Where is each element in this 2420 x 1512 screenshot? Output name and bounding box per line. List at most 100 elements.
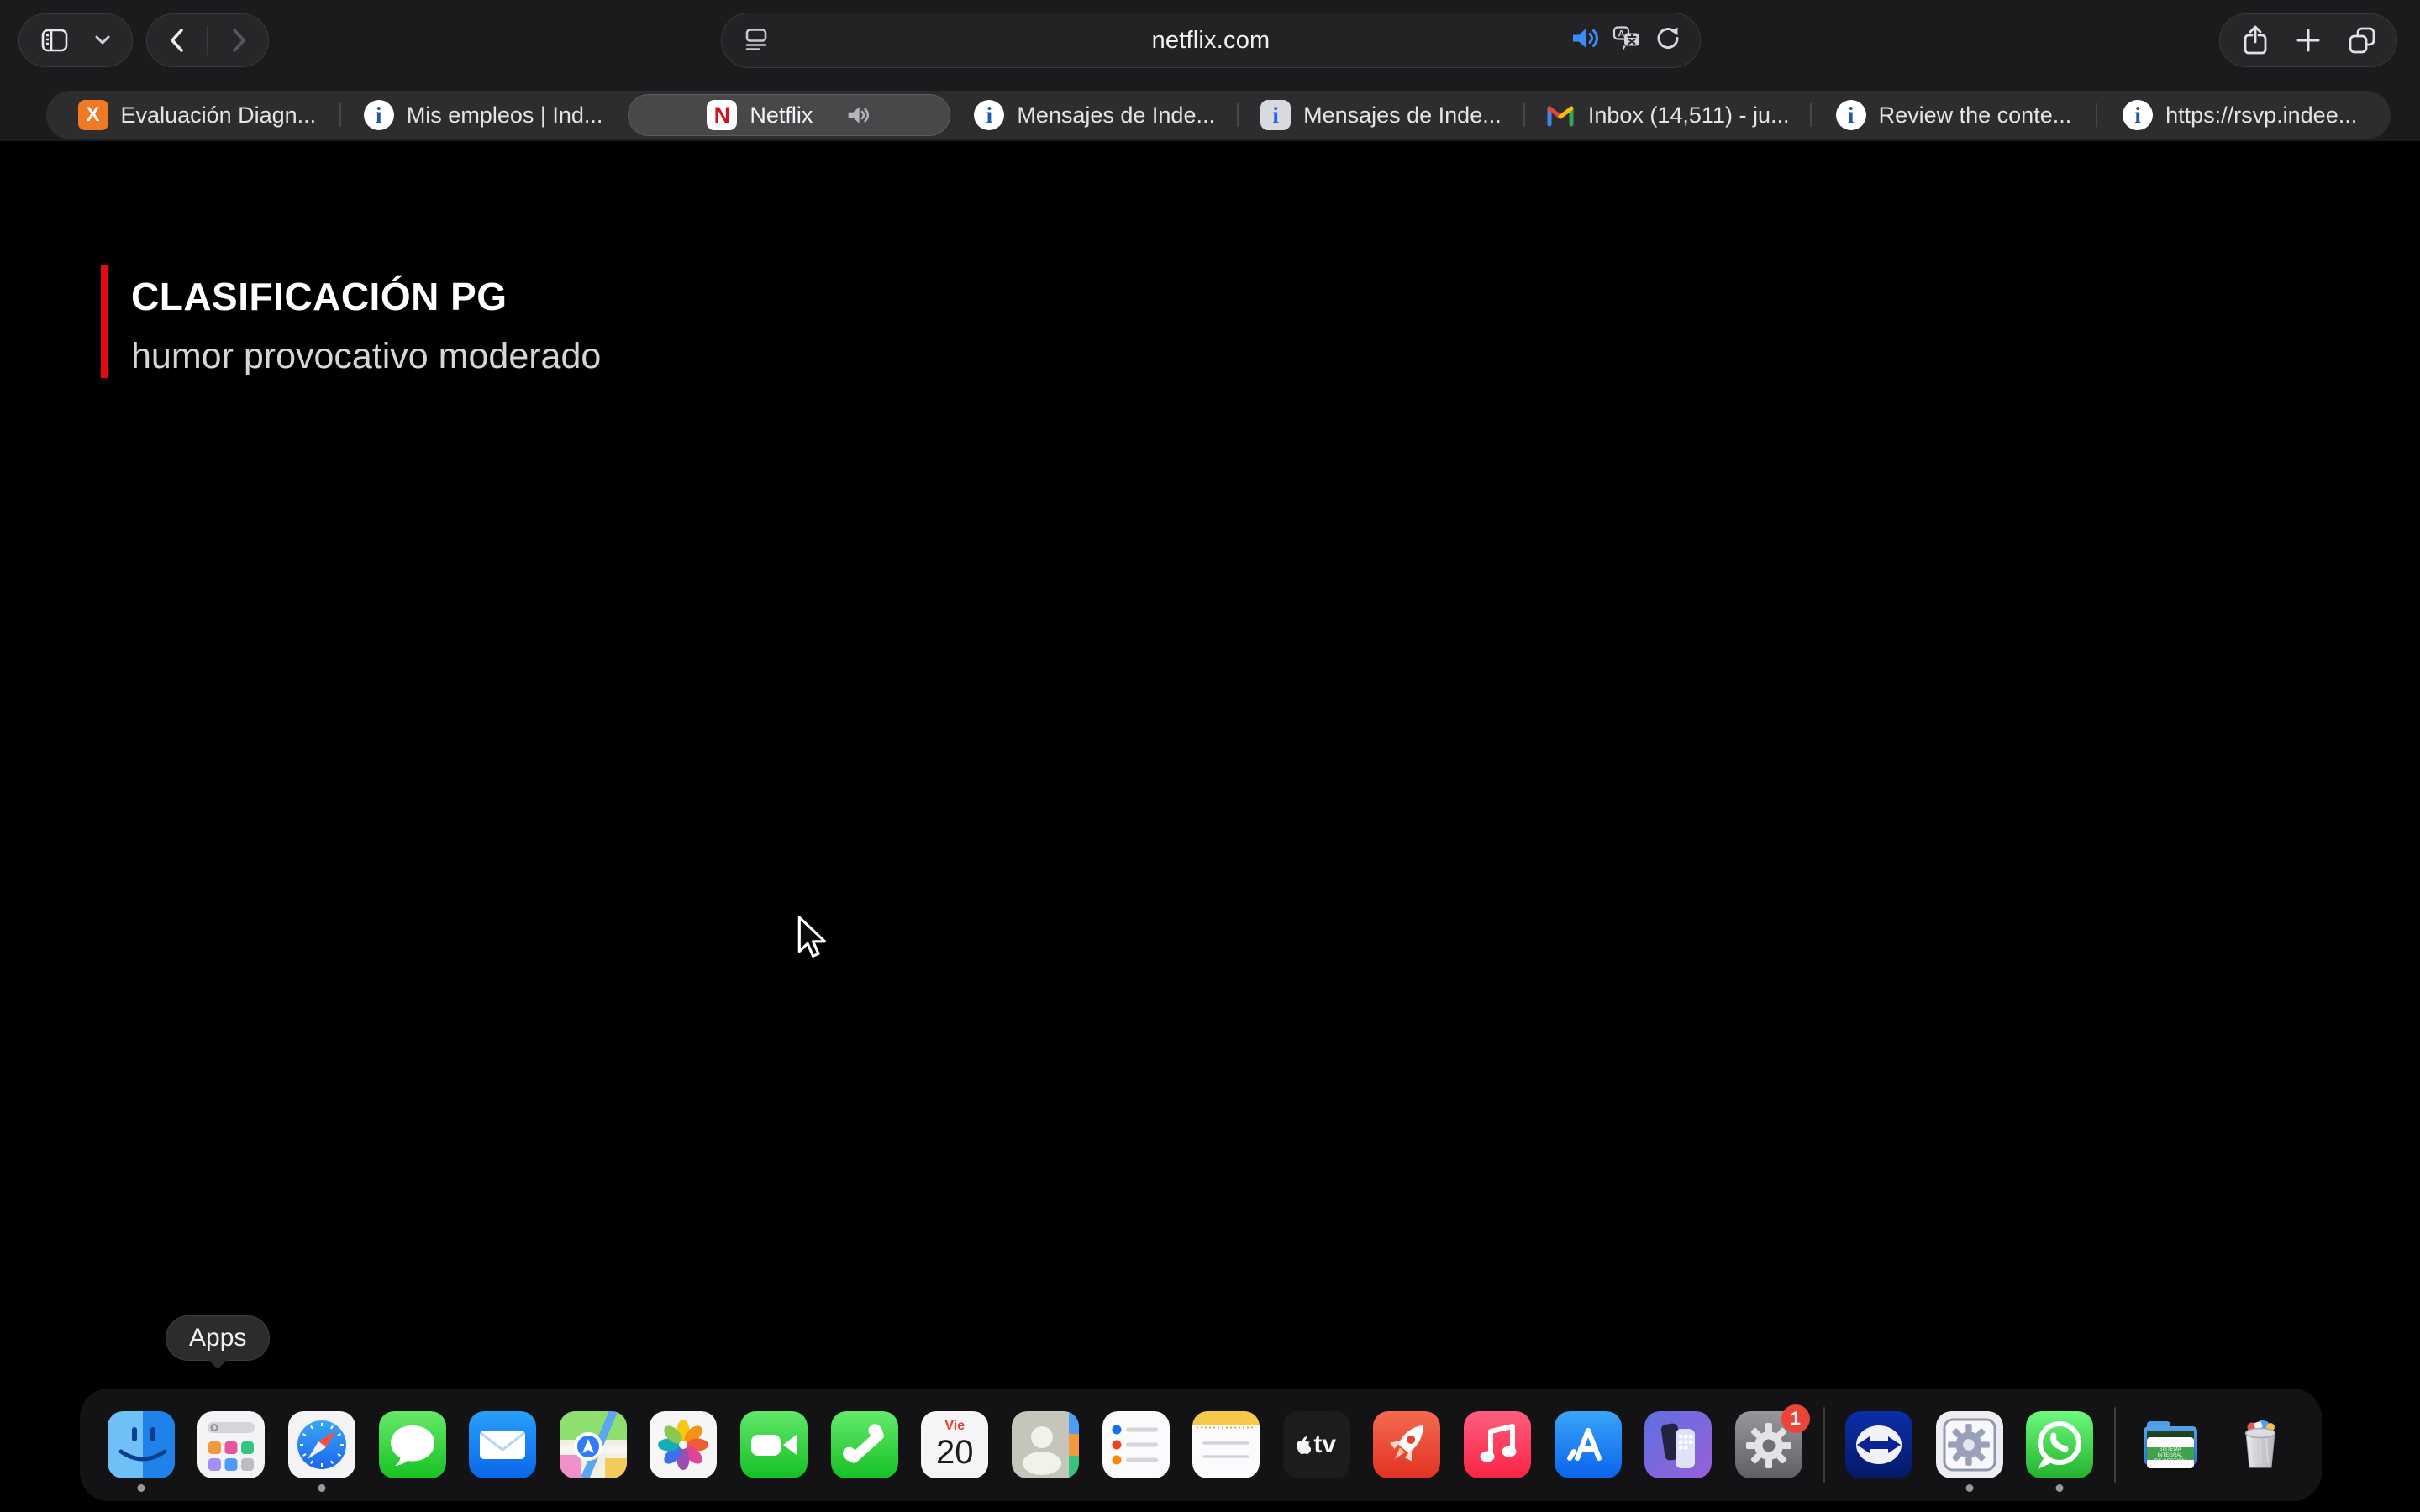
folder-doc-line1: SISTEMA INTEGRAL: [2157, 1447, 2183, 1458]
tab-label: Mis empleos | Ind...: [406, 102, 603, 128]
tab-label: Evaluación Diagn...: [120, 102, 317, 128]
page-format-icon[interactable]: [744, 26, 769, 55]
rating-subtitle: humor provocativo moderado: [131, 336, 602, 376]
notes-icon: [1192, 1411, 1260, 1478]
dock-separator: [2114, 1407, 2116, 1483]
dock-photos[interactable]: [647, 1411, 719, 1478]
dock-iphone-mirroring[interactable]: [1642, 1411, 1714, 1478]
dock-contacts[interactable]: [1009, 1411, 1081, 1478]
indeed-app-icon: i: [1260, 100, 1292, 130]
tab-strip: X Evaluación Diagn... i Mis empleos | In…: [46, 91, 2391, 139]
rating-title: CLASIFICACIÓN PG: [131, 275, 508, 318]
maturity-rating-overlay: CLASIFICACIÓN PG humor provocativo moder…: [101, 265, 601, 378]
mail-icon: [469, 1411, 537, 1478]
address-bar[interactable]: netflix.com A: [721, 13, 1701, 68]
dock-reminders[interactable]: [1100, 1411, 1172, 1478]
maps-icon: [559, 1411, 627, 1478]
tab-overview-icon[interactable]: [2344, 17, 2381, 64]
tab-inbox[interactable]: Inbox (14,511) - ju...: [1525, 91, 1810, 139]
tab-rsvp[interactable]: i https://rsvp.indee...: [2097, 91, 2382, 139]
dock-phone[interactable]: [829, 1411, 901, 1478]
calendar-weekday: Vie: [944, 1419, 965, 1433]
folder-doc-line2: DE GESTIÓN UNIVERSITARIA: [2147, 1459, 2194, 1460]
translate-icon[interactable]: A: [1612, 26, 1641, 55]
apple-logo-icon: [1297, 1436, 1312, 1454]
safari-toolbar: netflix.com A X Evaluación Diagn... i Mi…: [0, 0, 2420, 141]
dock-mail[interactable]: [466, 1411, 539, 1478]
tab-netflix-active[interactable]: N Netflix: [627, 94, 951, 136]
dock-apps-launcher[interactable]: [195, 1411, 267, 1478]
contacts-icon: [1011, 1411, 1079, 1478]
whatsapp-icon: [2026, 1411, 2094, 1478]
trash-icon: [2245, 1420, 2276, 1468]
safari-icon: [287, 1411, 355, 1478]
music-icon: [1464, 1411, 1531, 1478]
finder-icon: [107, 1411, 175, 1478]
rocket-icon: [1373, 1411, 1441, 1478]
gmail-icon: [1545, 100, 1576, 130]
sidebar-toggle-icon[interactable]: [36, 17, 73, 64]
config-utility-icon: [1935, 1411, 2003, 1478]
dock-notes[interactable]: [1190, 1411, 1262, 1478]
photos-icon: [650, 1411, 718, 1478]
new-tab-icon[interactable]: [2290, 17, 2327, 64]
apple-tv-icon: tv: [1282, 1411, 1350, 1478]
tab-review[interactable]: i Review the conte...: [1812, 91, 2096, 139]
dock-finder[interactable]: [105, 1411, 177, 1492]
tab-label: Inbox (14,511) - ju...: [1587, 102, 1790, 128]
running-indicator: [1965, 1484, 1974, 1492]
tab-label: Mensajes de Inde...: [1303, 102, 1502, 128]
chevron-down-icon[interactable]: [90, 17, 115, 64]
dock-system-settings[interactable]: 1: [1733, 1404, 1810, 1478]
dock-trash[interactable]: [2224, 1411, 2296, 1478]
dock-teamviewer[interactable]: [1843, 1411, 1915, 1478]
tab-mensajes-2[interactable]: i Mensajes de Inde...: [1239, 91, 1523, 139]
macos-screen: netflix.com A X Evaluación Diagn... i Mi…: [0, 0, 2420, 1512]
reminders-icon: [1102, 1411, 1170, 1478]
divider: [207, 26, 208, 55]
dock-config-utility[interactable]: [1933, 1411, 2006, 1492]
tab-mensajes-1[interactable]: i Mensajes de Inde...: [952, 91, 1237, 139]
dock-facetime[interactable]: [738, 1411, 810, 1478]
apps-launcher-icon: [197, 1411, 266, 1478]
mouse-cursor: [797, 916, 832, 963]
dock-app-store[interactable]: [1552, 1411, 1624, 1478]
dock-sigu-folder[interactable]: SISTEMA INTEGRAL DE GESTIÓN UNIVERSITARI…: [2134, 1411, 2207, 1478]
dock-whatsapp[interactable]: [2023, 1411, 2096, 1492]
netflix-player-content: CLASIFICACIÓN PG humor provocativo moder…: [0, 141, 2420, 1389]
tab-evaluacion[interactable]: X Evaluación Diagn...: [55, 91, 339, 139]
running-indicator: [2055, 1484, 2064, 1492]
phone-icon: [830, 1411, 898, 1478]
dock-messages[interactable]: [376, 1411, 449, 1478]
teamviewer-icon: [1845, 1411, 1913, 1478]
dock-apple-tv[interactable]: tv: [1281, 1411, 1353, 1478]
folder-document: SISTEMA INTEGRAL DE GESTIÓN UNIVERSITARI…: [2146, 1437, 2194, 1468]
app-store-icon: [1554, 1411, 1622, 1478]
dock-music[interactable]: [1461, 1411, 1534, 1478]
url-text: netflix.com: [1151, 26, 1270, 54]
tab-label: Review the conte...: [1878, 102, 2072, 128]
audio-playing-icon[interactable]: [1570, 25, 1599, 56]
tab-label: Netflix: [750, 102, 813, 128]
forward-button[interactable]: [220, 17, 257, 64]
messages-icon: [378, 1411, 446, 1478]
rating-accent-bar: [101, 265, 108, 378]
calendar-day: 20: [936, 1434, 974, 1471]
sidebar-button-group: [18, 13, 133, 67]
iphone-mirroring-icon: [1644, 1411, 1712, 1478]
indeed-icon: i: [974, 100, 1005, 130]
back-button[interactable]: [159, 17, 196, 64]
dock: Vie 20 tv 1 SISTEMA INTEGRAL: [80, 1389, 2322, 1501]
reload-icon[interactable]: [1655, 25, 1681, 56]
dock-separator: [1823, 1407, 1825, 1483]
calendar-icon: Vie 20: [921, 1411, 989, 1478]
tab-label: https://rsvp.indee...: [2165, 102, 2358, 128]
tab-audio-icon[interactable]: [845, 104, 871, 126]
tab-mis-empleos[interactable]: i Mis empleos | Ind...: [341, 91, 626, 139]
dock-rocket-launcher[interactable]: [1370, 1411, 1443, 1478]
dock-maps[interactable]: [557, 1411, 629, 1478]
dock-safari[interactable]: [286, 1411, 358, 1492]
dock-calendar[interactable]: Vie 20: [918, 1411, 991, 1478]
dock-tooltip: Apps: [166, 1315, 271, 1361]
share-icon[interactable]: [2237, 17, 2274, 64]
